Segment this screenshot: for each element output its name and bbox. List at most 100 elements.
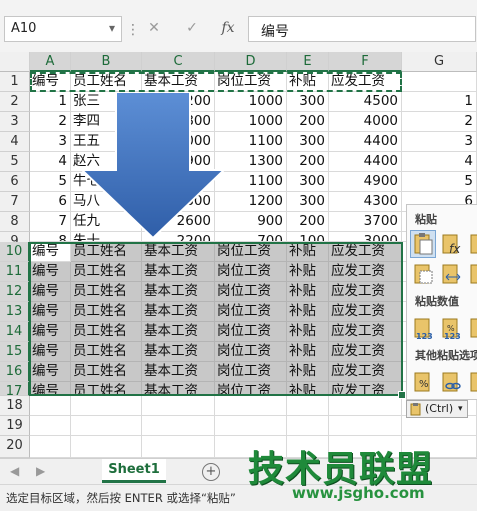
- pasted-header-cell[interactable]: 岗位工资: [215, 382, 287, 396]
- pasted-header-cell[interactable]: 基本工资: [142, 302, 215, 322]
- data-cell[interactable]: 2200: [142, 232, 215, 242]
- data-cell[interactable]: 2600: [142, 212, 215, 232]
- data-cell[interactable]: 200: [287, 112, 329, 132]
- paste-options-ctrl-button[interactable]: (Ctrl) ▾: [406, 400, 468, 418]
- cell[interactable]: [71, 416, 142, 436]
- data-cell[interactable]: 3700: [329, 212, 402, 232]
- data-cell[interactable]: 2900: [142, 152, 215, 172]
- pasted-header-cell[interactable]: 岗位工资: [215, 322, 287, 342]
- pasted-header-cell[interactable]: 编号: [30, 362, 71, 382]
- column-header-c[interactable]: C: [142, 52, 215, 72]
- data-cell[interactable]: 3: [402, 132, 477, 152]
- column-header-g[interactable]: G: [402, 52, 477, 72]
- pasted-header-cell[interactable]: 编号: [30, 262, 71, 282]
- paste-picture-icon[interactable]: [467, 369, 477, 395]
- pasted-header-cell[interactable]: 补贴: [287, 282, 329, 302]
- pasted-header-cell[interactable]: 员工姓名: [71, 362, 142, 382]
- pasted-header-cell[interactable]: 岗位工资: [215, 302, 287, 322]
- row-header[interactable]: 19: [0, 416, 30, 436]
- cell[interactable]: [30, 436, 71, 458]
- pasted-header-cell[interactable]: 编号: [30, 302, 71, 322]
- pasted-header-cell[interactable]: 岗位工资: [215, 282, 287, 302]
- data-cell[interactable]: 2: [402, 112, 477, 132]
- data-cell[interactable]: 1000: [215, 92, 287, 112]
- cell[interactable]: [142, 416, 215, 436]
- row-header[interactable]: 18: [0, 396, 30, 416]
- cancel-icon[interactable]: ✕: [140, 16, 168, 40]
- column-header-d[interactable]: D: [215, 52, 287, 72]
- paste-values-icon[interactable]: 123: [411, 315, 435, 341]
- data-cell[interactable]: 300: [287, 132, 329, 152]
- data-cell[interactable]: 4400: [329, 132, 402, 152]
- pasted-header-cell[interactable]: 基本工资: [142, 342, 215, 362]
- pasted-header-cell[interactable]: 员工姓名: [71, 342, 142, 362]
- row-header[interactable]: 17: [0, 382, 30, 399]
- previous-sheet-icon[interactable]: ◀: [10, 464, 19, 478]
- pasted-header-cell[interactable]: 编号: [30, 342, 71, 362]
- pasted-header-cell[interactable]: 补贴: [287, 302, 329, 322]
- column-header-b[interactable]: B: [71, 52, 142, 72]
- data-cell[interactable]: 3000: [329, 232, 402, 242]
- data-cell[interactable]: 4000: [329, 112, 402, 132]
- data-cell[interactable]: 3: [30, 132, 71, 152]
- data-cell[interactable]: 3000: [142, 132, 215, 152]
- header-cell[interactable]: 基本工资: [142, 72, 215, 92]
- cell[interactable]: [287, 416, 329, 436]
- data-cell[interactable]: 1: [402, 92, 477, 112]
- row-header[interactable]: 13: [0, 302, 30, 322]
- data-cell[interactable]: 2: [30, 112, 71, 132]
- row-header[interactable]: 3: [0, 112, 30, 132]
- data-cell[interactable]: 5: [402, 172, 477, 192]
- data-cell[interactable]: 1100: [215, 132, 287, 152]
- paste-no-borders-icon[interactable]: [411, 261, 435, 287]
- pasted-header-cell[interactable]: 员工姓名: [71, 322, 142, 342]
- data-cell[interactable]: 4400: [329, 152, 402, 172]
- data-cell[interactable]: 3500: [142, 172, 215, 192]
- name-cell[interactable]: 张三: [71, 92, 142, 112]
- row-header[interactable]: 8: [0, 212, 30, 232]
- data-cell[interactable]: 4: [402, 152, 477, 172]
- pasted-header-cell[interactable]: 岗位工资: [215, 362, 287, 382]
- pasted-header-cell[interactable]: 员工姓名: [71, 382, 142, 396]
- name-cell[interactable]: 马八: [71, 192, 142, 212]
- cell[interactable]: [329, 396, 402, 416]
- data-cell[interactable]: 5: [30, 172, 71, 192]
- data-cell[interactable]: 4500: [329, 92, 402, 112]
- row-header[interactable]: 16: [0, 362, 30, 382]
- next-sheet-icon[interactable]: ▶: [36, 464, 45, 478]
- pasted-header-cell[interactable]: 基本工资: [142, 242, 215, 262]
- data-cell[interactable]: 4300: [329, 192, 402, 212]
- pasted-header-cell[interactable]: 基本工资: [142, 282, 215, 302]
- pasted-header-cell[interactable]: 编号: [30, 382, 71, 396]
- cell[interactable]: [329, 416, 402, 436]
- sheet-tab-sheet1[interactable]: Sheet1: [102, 459, 166, 483]
- pasted-header-cell[interactable]: 应发工资: [329, 362, 402, 382]
- header-cell[interactable]: 应发工资: [329, 72, 402, 92]
- pasted-header-cell[interactable]: 员工姓名: [71, 262, 142, 282]
- name-cell[interactable]: 任九: [71, 212, 142, 232]
- cell[interactable]: [30, 416, 71, 436]
- name-cell[interactable]: 王五: [71, 132, 142, 152]
- pasted-header-cell[interactable]: 应发工资: [329, 322, 402, 342]
- pasted-header-cell[interactable]: 应发工资: [329, 262, 402, 282]
- name-box[interactable]: A10 ▾: [4, 16, 122, 42]
- cell[interactable]: [142, 396, 215, 416]
- data-cell[interactable]: 200: [287, 152, 329, 172]
- column-header-a[interactable]: A: [30, 52, 71, 72]
- pasted-header-cell[interactable]: 岗位工资: [215, 342, 287, 362]
- data-cell[interactable]: 2800: [142, 192, 215, 212]
- header-cell[interactable]: 岗位工资: [215, 72, 287, 92]
- pasted-header-cell[interactable]: 补贴: [287, 362, 329, 382]
- data-cell[interactable]: 4900: [329, 172, 402, 192]
- header-cell[interactable]: 补贴: [287, 72, 329, 92]
- pasted-header-cell[interactable]: 补贴: [287, 242, 329, 262]
- pasted-header-cell[interactable]: 基本工资: [142, 262, 215, 282]
- data-cell[interactable]: 1300: [215, 152, 287, 172]
- paste-values-number-format-icon[interactable]: %123: [439, 315, 463, 341]
- row-header[interactable]: 12: [0, 282, 30, 302]
- header-cell[interactable]: 编号: [30, 72, 71, 92]
- data-cell[interactable]: 200: [287, 212, 329, 232]
- pasted-header-cell[interactable]: 基本工资: [142, 322, 215, 342]
- enter-icon[interactable]: ✓: [178, 16, 206, 40]
- row-header[interactable]: 15: [0, 342, 30, 362]
